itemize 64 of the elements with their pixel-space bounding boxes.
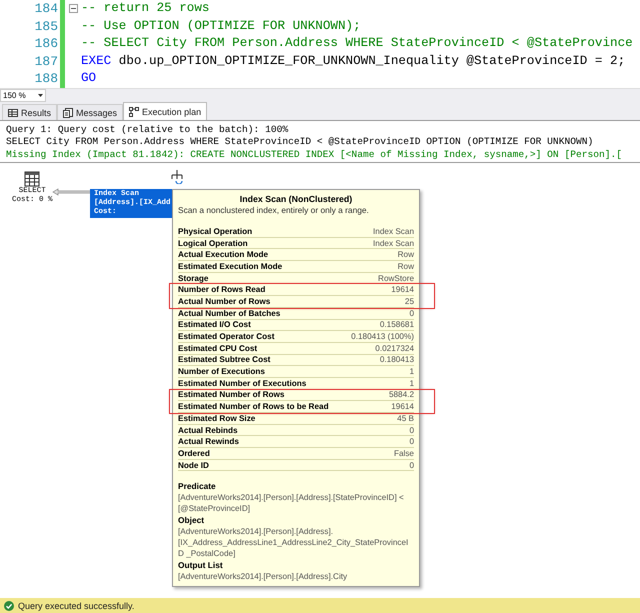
property-name: Actual Rebinds bbox=[178, 426, 238, 435]
property-name: Physical Operation bbox=[178, 226, 252, 236]
property-name: Logical Operation bbox=[178, 238, 248, 248]
line-number: 186 bbox=[34, 35, 59, 53]
message-line: SELECT City FROM Person.Address WHERE StateProvinceID < @StateProvinceID OPTION (OPTIMIZE FOR UNKNOWN) bbox=[6, 136, 594, 149]
line-number: 185 bbox=[34, 18, 59, 36]
property-name: Estimated Row Size bbox=[178, 414, 256, 423]
code-line: -- return 25 rows bbox=[81, 0, 210, 17]
property-value: 0.180413 bbox=[380, 355, 414, 364]
property-value: 0 bbox=[409, 460, 414, 470]
property-name: Estimated Number of Executions bbox=[178, 378, 306, 388]
code-line: EXEC dbo.up_OPTION_OPTIMIZE_FOR_UNKNOWN_Inequality @StateProvinceID = 2; bbox=[81, 52, 626, 70]
property-value: Index Scan bbox=[373, 226, 414, 236]
section-text: [AdventureWorks2014].[Person].[Address]. [IX_Address_AddressLine1_AddressLine2_City_StateProvinceID _PostalCode] bbox=[178, 526, 410, 560]
property-value: 45 B bbox=[397, 414, 414, 423]
property-name: Number of Executions bbox=[178, 367, 265, 376]
property-value: 0.180413 (100%) bbox=[351, 332, 414, 342]
message-line: Missing Index (Impact 81.1842): CREATE NONCLUSTERED INDEX [<Name of Missing Index, sysname,>] ON [Person].[ bbox=[6, 148, 624, 162]
property-name: Estimated Operator Cost bbox=[178, 332, 274, 342]
property-name: Estimated Number of Rows bbox=[178, 390, 284, 400]
property-value: 0.0217324 bbox=[375, 344, 414, 353]
property-name: Actual Number of Batches bbox=[178, 308, 280, 318]
property-value: 5884.2 bbox=[388, 390, 414, 400]
property-value: 25 bbox=[404, 296, 414, 306]
code-line: -- Use OPTION (OPTIMIZE FOR UNKNOWN); bbox=[81, 18, 361, 35]
property-value: 19614 bbox=[391, 285, 414, 294]
property-name: Number of Rows Read bbox=[178, 285, 266, 294]
property-name: Actual Rewinds bbox=[178, 437, 239, 446]
property-value: 0 bbox=[409, 308, 414, 318]
code-line: -- SELECT City FROM Person.Address WHERE StateProvinceID < @StateProvince bbox=[81, 35, 633, 52]
property-name: Node ID bbox=[178, 460, 209, 470]
section-text: [AdventureWorks2014].[Person].[Address].[StateProvinceID] < [@StateProvinceID] bbox=[178, 492, 405, 514]
line-number: 187 bbox=[34, 52, 59, 70]
property-value: Row bbox=[398, 250, 414, 260]
property-name: Estimated Execution Mode bbox=[178, 262, 282, 271]
property-name: Estimated CPU Cost bbox=[178, 344, 258, 353]
status-text: Query executed successfully. bbox=[18, 600, 134, 610]
property-value: 0.158681 bbox=[380, 320, 414, 330]
property-value: 1 bbox=[409, 367, 414, 376]
code-line: GO bbox=[81, 70, 96, 88]
tooltip-description: Scan a nonclustered index, entirely or only a range. bbox=[178, 205, 370, 216]
property-name: Estimated Number of Rows to be Read bbox=[178, 402, 329, 412]
property-value: Index Scan bbox=[373, 238, 414, 248]
section-heading: Predicate bbox=[178, 481, 217, 492]
property-name: Estimated I/O Cost bbox=[178, 320, 251, 330]
line-number: 184 bbox=[34, 0, 59, 18]
property-name: Ordered bbox=[178, 448, 210, 458]
property-value: 0 bbox=[409, 426, 414, 435]
tooltip-title: Index Scan (NonClustered) bbox=[238, 194, 354, 205]
property-name: Storage bbox=[178, 274, 208, 283]
property-value: 19614 bbox=[391, 402, 414, 412]
property-value: Row bbox=[398, 262, 414, 271]
section-heading: Output List bbox=[178, 560, 224, 572]
property-name: Actual Number of Rows bbox=[178, 296, 270, 306]
section-text: [AdventureWorks2014].[Person].[Address].City bbox=[178, 571, 348, 582]
property-value: False bbox=[394, 448, 414, 458]
property-value: 1 bbox=[409, 378, 414, 388]
property-value: RowStore bbox=[378, 274, 414, 283]
property-name: Estimated Subtree Cost bbox=[178, 355, 270, 364]
message-line: Query 1: Query cost (relative to the batch): 100% bbox=[6, 124, 290, 136]
line-number: 188 bbox=[34, 70, 59, 88]
property-value: 0 bbox=[409, 437, 414, 446]
section-heading: Object bbox=[178, 515, 206, 526]
property-name: Actual Execution Mode bbox=[178, 250, 268, 260]
